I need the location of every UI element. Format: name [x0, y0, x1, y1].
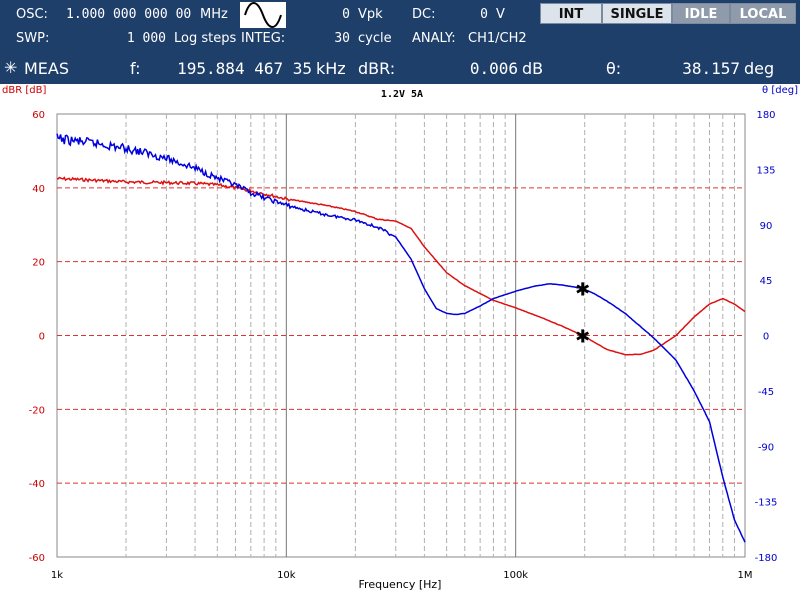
osc-value: 1.000 000 000 00	[66, 7, 192, 22]
dbr-unit: dB	[522, 59, 544, 78]
left-tick-label: 40	[32, 184, 45, 195]
meas-label: MEAS	[24, 59, 70, 78]
x-tick-label: 100k	[503, 570, 528, 581]
local-button[interactable]: LOCAL	[730, 3, 796, 24]
integ-unit: cycle	[358, 31, 392, 46]
x-tick-label: 1k	[51, 570, 63, 581]
dbr-value: 0.006	[469, 59, 518, 78]
dc-value: 0	[480, 7, 488, 22]
integ-value: 30	[334, 31, 350, 46]
swp-label: SWP:	[16, 31, 50, 46]
osc-unit: MHz	[200, 7, 228, 22]
right-tick-label: -45	[758, 387, 774, 398]
left-tick-label: 20	[32, 258, 45, 269]
left-tick-label: 60	[32, 110, 45, 121]
left-tick-label: -20	[29, 405, 45, 416]
osc-label: OSC:	[16, 7, 48, 22]
bode-plot: 60 40 20 0 -20 -40 -60 180 135 90 45 0 -45 -90 -135 -1…	[2, 85, 798, 591]
left-axis-ticks: 60 40 20 0 -20 -40 -60	[29, 110, 45, 564]
dbr-label: dBR:	[358, 59, 396, 78]
x-tick-label: 10k	[277, 570, 296, 581]
right-tick-label: 45	[760, 276, 773, 287]
idle-button[interactable]: IDLE	[672, 3, 730, 24]
x-axis-label: Frequency [Hz]	[359, 578, 442, 591]
right-tick-label: -180	[755, 553, 778, 564]
theta-value: 38.157	[682, 59, 740, 78]
single-button[interactable]: SINGLE	[602, 3, 672, 24]
right-tick-label: 90	[760, 221, 773, 232]
right-tick-label: 180	[756, 110, 775, 121]
left-tick-label: -40	[29, 479, 45, 490]
sine-wave-icon[interactable]	[240, 2, 286, 28]
right-axis-ticks: 180 135 90 45 0 -45 -90 -135 -180	[755, 110, 778, 564]
measurement-marker: ✱	[575, 280, 590, 301]
right-tick-label: -135	[755, 498, 778, 509]
amp-unit: Vpk	[358, 7, 383, 22]
right-tick-label: 135	[756, 165, 775, 176]
theta-label: θ:	[606, 59, 622, 78]
swp-mode: Log steps	[174, 31, 237, 46]
chart-title: 1.2V 5A	[381, 89, 423, 100]
meas-asterisk-icon: ✳	[4, 58, 18, 77]
f-label: f:	[130, 59, 141, 78]
integ-label: INTEG:	[241, 31, 286, 46]
theta-unit: deg	[744, 59, 775, 78]
int-button[interactable]: INT	[540, 3, 602, 24]
amp-value: 0	[342, 7, 350, 22]
x-tick-label: 1M	[738, 570, 753, 581]
analy-label: ANALY:	[412, 31, 456, 46]
right-axis-label: θ [deg]	[762, 85, 798, 96]
dc-unit: V	[496, 7, 505, 22]
f-unit: kHz	[316, 59, 346, 78]
analy-value: CH1/CH2	[468, 31, 527, 46]
measurement-marker: ✱	[575, 326, 590, 347]
left-tick-label: 0	[39, 332, 45, 343]
left-axis-label: dBR [dB]	[2, 85, 46, 96]
instrument-header: OSC: 1.000 000 000 00 MHz 0 Vpk DC: 0 V …	[0, 0, 800, 84]
swp-value: 1 000	[126, 31, 166, 46]
left-tick-label: -60	[29, 553, 45, 564]
f-value: 195.884 467 35	[177, 59, 312, 78]
right-tick-label: -90	[758, 442, 774, 453]
dc-label: DC:	[412, 7, 436, 22]
right-tick-label: 0	[763, 332, 769, 343]
